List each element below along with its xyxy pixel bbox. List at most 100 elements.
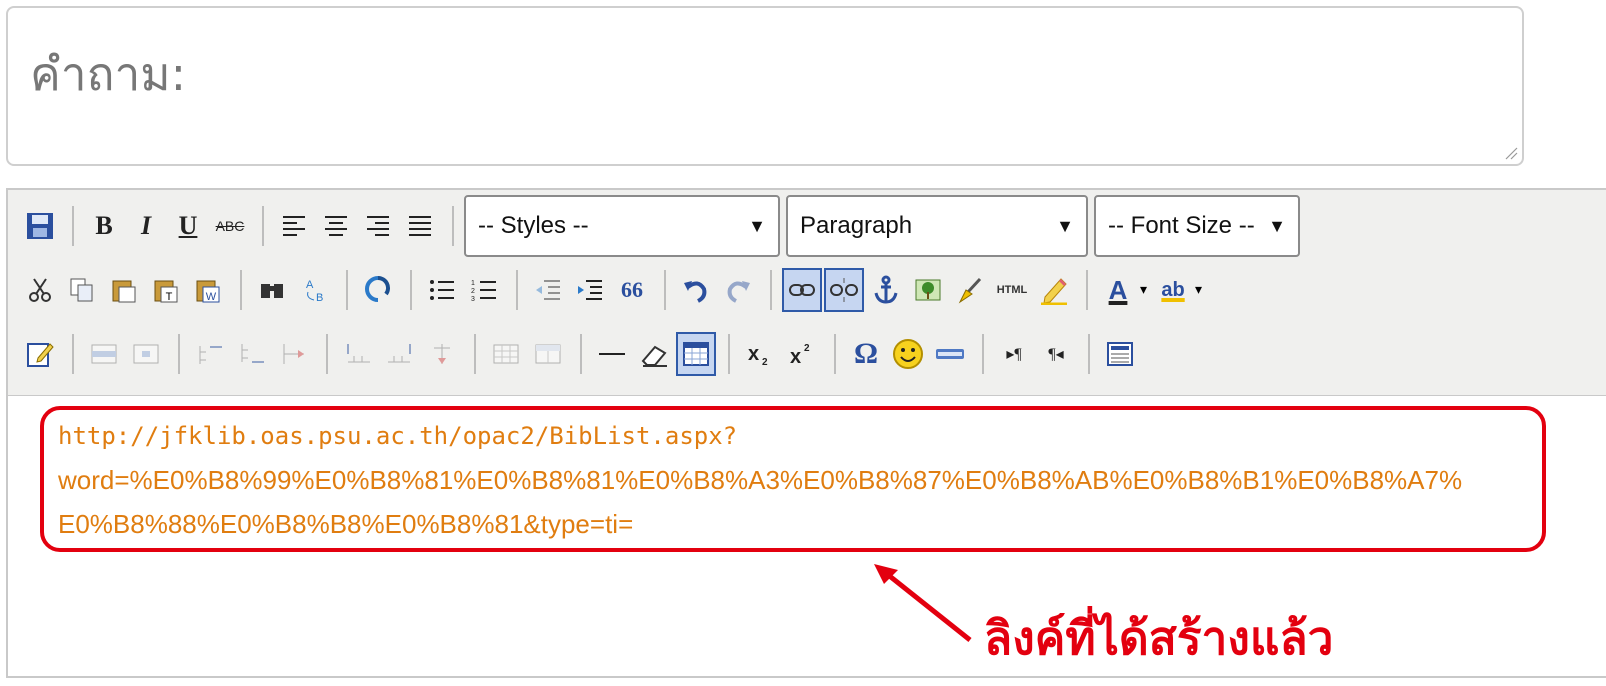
insert-row-before-button[interactable] bbox=[190, 332, 230, 376]
toolbar-separator bbox=[1088, 334, 1090, 374]
special-character-button[interactable]: Ω bbox=[846, 332, 886, 376]
outdent-button[interactable] bbox=[528, 268, 568, 312]
svg-text:A: A bbox=[306, 279, 314, 291]
font-size-select[interactable]: -- Font Size -- ▼ bbox=[1094, 195, 1300, 257]
chevron-down-icon: ▼ bbox=[1056, 215, 1074, 236]
toolbar-row-3: x2 x2 Ω ▸¶ ¶◂ bbox=[20, 324, 1142, 384]
text-color-button[interactable]: A bbox=[1098, 268, 1138, 312]
link-line-2: word=%E0%B8%99%E0%B8%81%E0%B8%81%E0%B8%A… bbox=[58, 465, 1463, 495]
unlink-button[interactable] bbox=[824, 268, 864, 312]
pencil-icon bbox=[1041, 278, 1067, 305]
underline-button[interactable]: U bbox=[168, 204, 208, 248]
split-cells-icon bbox=[493, 344, 519, 364]
toolbar-separator bbox=[516, 270, 518, 310]
horizontal-rule-button[interactable] bbox=[592, 332, 632, 376]
redo-button[interactable] bbox=[718, 268, 758, 312]
align-left-icon bbox=[283, 216, 305, 236]
edit-styles-button[interactable] bbox=[20, 332, 60, 376]
visual-aid-button[interactable] bbox=[676, 332, 716, 376]
paste-button[interactable] bbox=[104, 268, 144, 312]
rtl-icon: ¶◂ bbox=[1048, 346, 1064, 363]
svg-text:W: W bbox=[206, 291, 217, 303]
insert-row-after-button[interactable] bbox=[232, 332, 272, 376]
table-row-props-button[interactable] bbox=[84, 332, 124, 376]
paste-icon bbox=[112, 280, 136, 303]
column-before-icon bbox=[347, 344, 370, 363]
strikethrough-button[interactable]: ABC bbox=[210, 204, 250, 248]
bold-button[interactable]: B bbox=[84, 204, 124, 248]
edit-icon bbox=[27, 343, 54, 367]
insert-column-after-button[interactable] bbox=[380, 332, 420, 376]
toolbar-row-1: B I U ABC -- Styles -- ▼ Paragraph ▼ -- … bbox=[20, 195, 1306, 257]
replace-button[interactable]: AB bbox=[294, 268, 334, 312]
rich-text-editor: B I U ABC -- Styles -- ▼ Paragraph ▼ -- … bbox=[6, 188, 1606, 678]
numbered-list-button[interactable]: 123 bbox=[464, 268, 504, 312]
merge-cells-button[interactable] bbox=[528, 332, 568, 376]
spellcheck-icon bbox=[365, 276, 390, 302]
paste-word-icon: W bbox=[196, 280, 220, 303]
toolbar-separator bbox=[474, 334, 476, 374]
save-button[interactable] bbox=[20, 204, 60, 248]
chevron-down-icon: ▼ bbox=[748, 215, 766, 236]
paste-word-button[interactable]: W bbox=[188, 268, 228, 312]
eraser-icon bbox=[641, 345, 667, 367]
align-right-button[interactable] bbox=[358, 204, 398, 248]
superscript-button[interactable]: x2 bbox=[782, 332, 822, 376]
chevron-down-icon[interactable]: ▾ bbox=[1140, 282, 1147, 298]
emoticon-button[interactable] bbox=[888, 332, 928, 376]
insert-media-button[interactable] bbox=[930, 332, 970, 376]
split-cells-button[interactable] bbox=[486, 332, 526, 376]
editor-toolbar: B I U ABC -- Styles -- ▼ Paragraph ▼ -- … bbox=[8, 190, 1606, 396]
toolbar-separator bbox=[72, 206, 74, 246]
ltr-button[interactable]: ▸¶ bbox=[994, 332, 1034, 376]
align-justify-icon bbox=[409, 216, 431, 236]
delete-row-button[interactable] bbox=[274, 332, 314, 376]
align-left-button[interactable] bbox=[274, 204, 314, 248]
spellcheck-button[interactable] bbox=[358, 268, 398, 312]
merge-cells-icon bbox=[535, 344, 561, 364]
html-source-button[interactable]: HTML bbox=[992, 268, 1032, 312]
remove-format-button[interactable] bbox=[634, 332, 674, 376]
toolbar-row-2: T W AB 123 66 HTML A ▾ ab ▾ bbox=[20, 260, 1202, 320]
preview-button[interactable] bbox=[1100, 332, 1140, 376]
anchor-icon bbox=[874, 275, 898, 304]
align-center-button[interactable] bbox=[316, 204, 356, 248]
italic-button[interactable]: I bbox=[126, 204, 166, 248]
format-select[interactable]: Paragraph ▼ bbox=[786, 195, 1088, 257]
row-after-icon bbox=[241, 344, 264, 363]
table-cell-props-button[interactable] bbox=[126, 332, 166, 376]
chevron-down-icon[interactable]: ▾ bbox=[1195, 282, 1202, 298]
paste-text-button[interactable]: T bbox=[146, 268, 186, 312]
cleanup-button[interactable] bbox=[950, 268, 990, 312]
editor-content[interactable]: http://jfklib.oas.psu.ac.th/opac2/BibLis… bbox=[8, 396, 1606, 686]
smiley-icon bbox=[893, 339, 923, 369]
styles-select[interactable]: -- Styles -- ▼ bbox=[464, 195, 780, 257]
bullet-list-button[interactable] bbox=[422, 268, 462, 312]
rtl-button[interactable]: ¶◂ bbox=[1036, 332, 1076, 376]
insert-column-before-button[interactable] bbox=[338, 332, 378, 376]
copy-button[interactable] bbox=[62, 268, 102, 312]
toolbar-separator bbox=[410, 270, 412, 310]
cut-button[interactable] bbox=[20, 268, 60, 312]
pencil-button[interactable] bbox=[1034, 268, 1074, 312]
toolbar-separator bbox=[346, 270, 348, 310]
align-justify-button[interactable] bbox=[400, 204, 440, 248]
anchor-button[interactable] bbox=[866, 268, 906, 312]
subscript-button[interactable]: x2 bbox=[740, 332, 780, 376]
indent-button[interactable] bbox=[570, 268, 610, 312]
toolbar-separator bbox=[580, 334, 582, 374]
created-link[interactable]: http://jfklib.oas.psu.ac.th/opac2/BibLis… bbox=[58, 414, 1538, 546]
resize-grip-icon[interactable] bbox=[1504, 146, 1518, 160]
media-icon bbox=[936, 349, 964, 359]
insert-link-button[interactable] bbox=[782, 268, 822, 312]
insert-image-button[interactable] bbox=[908, 268, 948, 312]
format-select-value: Paragraph bbox=[800, 212, 913, 239]
delete-column-button[interactable] bbox=[422, 332, 462, 376]
undo-button[interactable] bbox=[676, 268, 716, 312]
find-button[interactable] bbox=[252, 268, 292, 312]
blockquote-button[interactable]: 66 bbox=[612, 268, 652, 312]
highlight-color-button[interactable]: ab bbox=[1153, 268, 1193, 312]
question-field[interactable]: คำถาม: bbox=[6, 6, 1524, 166]
svg-text:2: 2 bbox=[762, 357, 768, 367]
ltr-icon: ▸¶ bbox=[1006, 346, 1022, 363]
